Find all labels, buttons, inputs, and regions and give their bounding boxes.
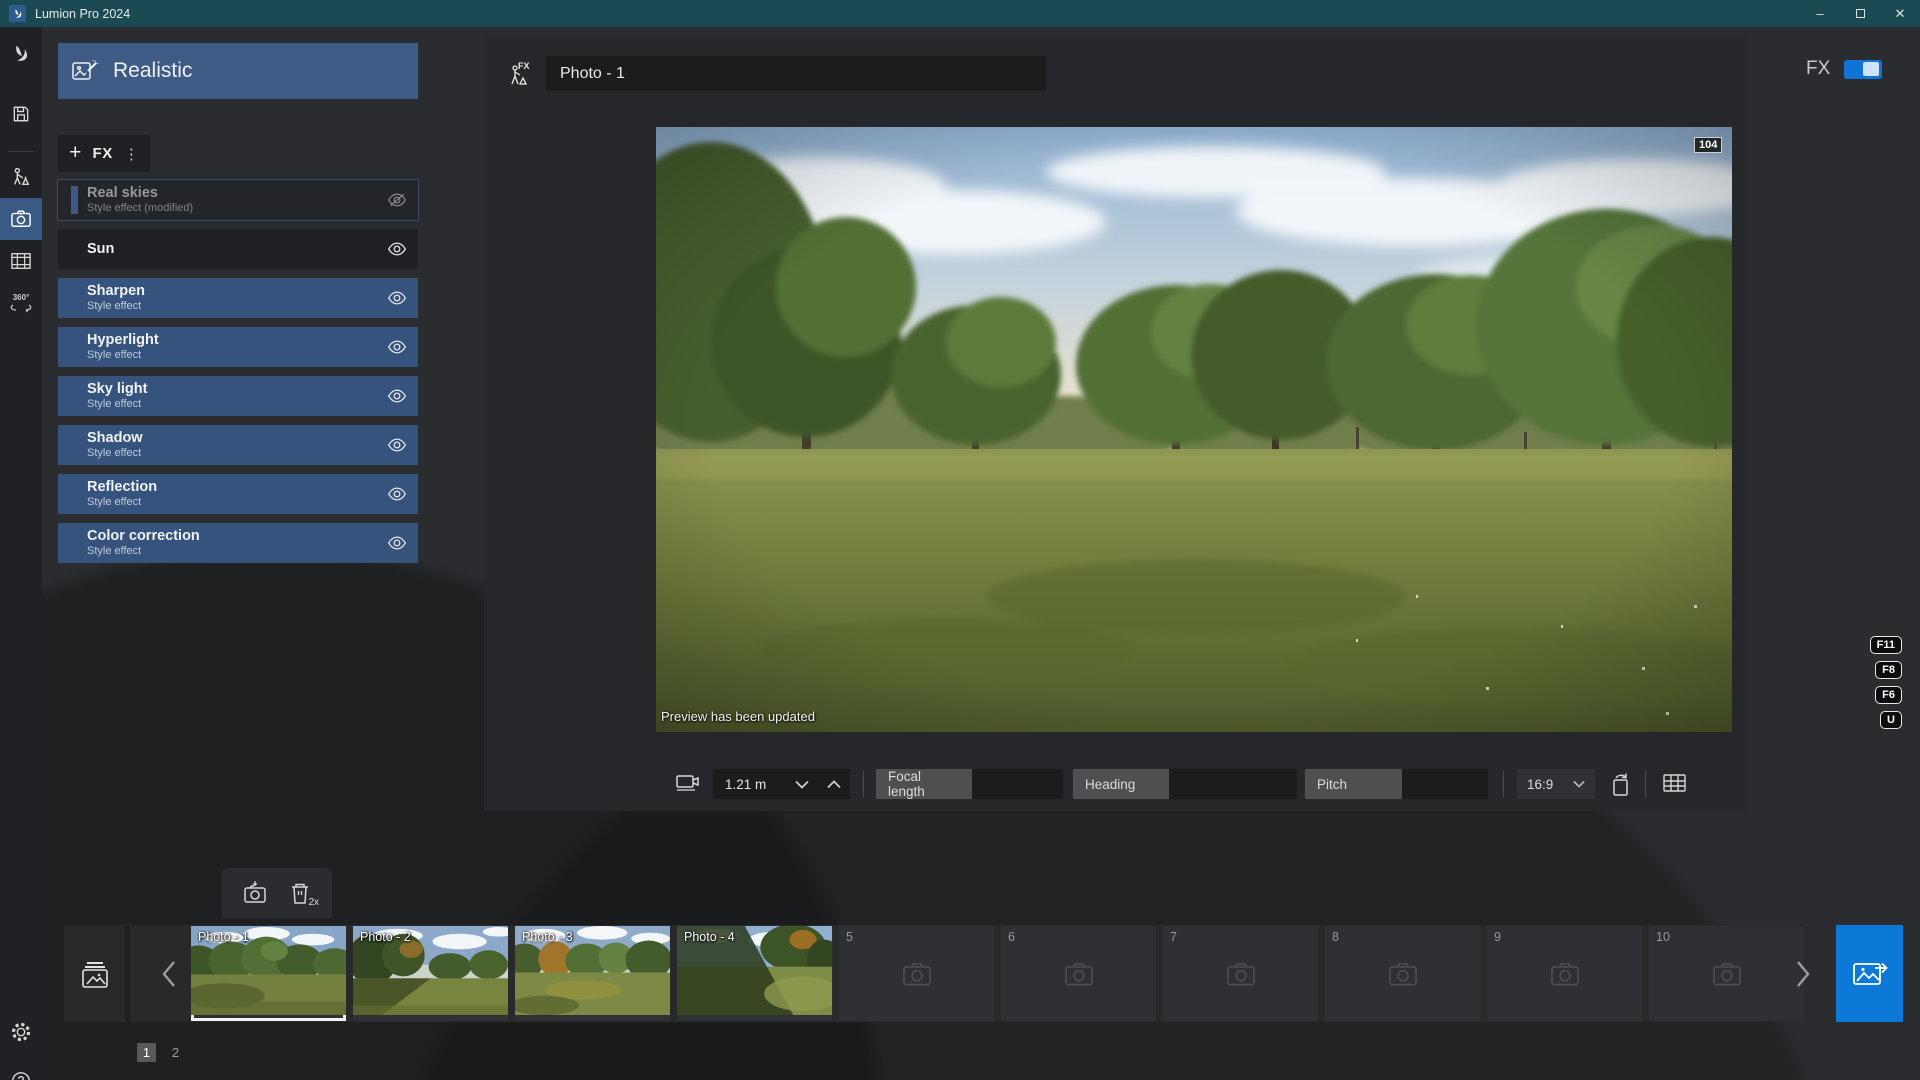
eye-icon[interactable] [387, 437, 407, 453]
keycap-u: U [1880, 711, 1902, 729]
aspect-ratio-select[interactable]: 16:9 [1517, 769, 1595, 799]
strip-pagination: 1 2 [137, 1043, 185, 1062]
effect-row-sky-light[interactable]: Sky light Style effect [58, 376, 418, 416]
close-button[interactable]: ✕ [1880, 0, 1920, 27]
chevron-down-icon [1573, 780, 1585, 788]
save-icon[interactable] [0, 93, 42, 135]
lumion-home-icon[interactable] [0, 33, 42, 75]
photo-slot-9[interactable]: 9 [1487, 926, 1642, 1021]
fx-toggle-group: FX [1806, 58, 1882, 80]
camera-height-stepper[interactable]: 1.21 m [713, 769, 850, 799]
camera-placeholder-icon [1225, 961, 1257, 987]
minimize-button[interactable]: – [1800, 0, 1840, 27]
strip-prev-button[interactable] [148, 925, 190, 1022]
photo-slot-7[interactable]: 7 [1163, 926, 1318, 1021]
add-fx-button[interactable]: + FX ⋮ [58, 135, 150, 172]
effect-row-reflection[interactable]: Reflection Style effect [58, 474, 418, 514]
photo-name-input[interactable] [546, 56, 1046, 91]
panorama-360-icon[interactable]: 360° [0, 282, 42, 324]
pitch-input[interactable] [1402, 769, 1488, 799]
focal-length-label: Focal length [876, 769, 972, 799]
pitch-label: Pitch [1305, 769, 1402, 799]
camcorder-icon [675, 772, 701, 794]
fx-toggle-switch[interactable] [1844, 60, 1882, 79]
keycap-f11: F11 [1870, 636, 1902, 654]
photo-mode-icon[interactable] [0, 198, 42, 240]
keycap-f6: F6 [1875, 686, 1902, 704]
keycap-f8: F8 [1875, 661, 1902, 679]
preview-status-text: Preview has been updated [661, 709, 815, 724]
mode-rail: 360° [0, 27, 42, 1080]
divider [1503, 771, 1504, 797]
app-window: Lumion Pro 2024 – ✕ 360° [0, 0, 1920, 1080]
effect-row-sharpen[interactable]: Sharpen Style effect [58, 278, 418, 318]
chevron-up-icon[interactable] [818, 780, 850, 789]
photo-slot-6[interactable]: 6 [1001, 926, 1156, 1021]
camera-placeholder-icon [1711, 961, 1743, 987]
camera-placeholder-icon [1063, 961, 1095, 987]
heading-input[interactable] [1169, 769, 1297, 799]
window-title: Lumion Pro 2024 [35, 7, 130, 21]
eye-icon[interactable] [387, 388, 407, 404]
title-bar: Lumion Pro 2024 – ✕ [0, 0, 1920, 27]
photo-thumbnails: Photo - 1 Photo - 2 Ph [191, 926, 1804, 1021]
photo-slot-8[interactable]: 8 [1325, 926, 1480, 1021]
camera-placeholder-icon [1387, 961, 1419, 987]
framerate-badge: 104 [1694, 137, 1722, 153]
eye-off-icon[interactable] [387, 192, 407, 208]
focal-length-input[interactable] [972, 769, 1063, 799]
kebab-menu-icon[interactable]: ⋮ [124, 145, 139, 163]
photo-slot-4[interactable]: Photo - 4 [677, 926, 832, 1021]
divider [1645, 771, 1646, 797]
page-button-2[interactable]: 2 [166, 1043, 185, 1062]
eye-icon[interactable] [387, 486, 407, 502]
camera-height-value: 1.21 m [725, 777, 786, 792]
toggle-knob [1863, 62, 1879, 76]
page-button-1[interactable]: 1 [137, 1043, 156, 1062]
capture-toolbar: 2x [222, 868, 332, 918]
photo-library-button[interactable] [64, 925, 125, 1022]
photo-slot-3[interactable]: Photo - 3 [515, 926, 670, 1021]
effect-row-sun[interactable]: Sun [58, 229, 418, 269]
photo-slot-2[interactable]: Photo - 2 [353, 926, 508, 1021]
chevron-down-icon[interactable] [786, 780, 818, 789]
grid-overlay-icon[interactable] [1662, 772, 1687, 794]
eye-icon[interactable] [387, 535, 407, 551]
effect-row-color-correction[interactable]: Color correction Style effect [58, 523, 418, 563]
lumion-logo-icon [9, 5, 26, 22]
shortcut-keys: F11 F8 F6 U [1850, 636, 1902, 729]
style-header[interactable]: Realistic [58, 43, 418, 99]
eye-icon[interactable] [387, 339, 407, 355]
eye-icon[interactable] [387, 241, 407, 257]
svg-text:FX: FX [518, 61, 530, 71]
store-photo-button[interactable] [242, 880, 268, 906]
effect-row-shadow[interactable]: Shadow Style effect [58, 425, 418, 465]
render-photo-button[interactable] [1836, 925, 1903, 1022]
movie-mode-icon[interactable] [0, 240, 42, 282]
selection-accent [71, 186, 78, 214]
eye-icon[interactable] [387, 290, 407, 306]
divider [863, 771, 864, 797]
effect-row-real-skies[interactable]: Real skies Style effect (modified) [58, 180, 418, 220]
orientation-rotate-icon[interactable] [1608, 772, 1634, 798]
rail-divider [8, 151, 34, 152]
delete-photo-button[interactable]: 2x [288, 880, 312, 906]
strip-next-button[interactable] [1782, 925, 1824, 1022]
plus-icon: + [69, 142, 81, 163]
photo-slot-1[interactable]: Photo - 1 [191, 926, 346, 1021]
settings-gear-icon[interactable] [0, 1011, 42, 1053]
camera-placeholder-icon [901, 961, 933, 987]
camera-placeholder-icon [1549, 961, 1581, 987]
photo-slot-10[interactable]: 10 [1649, 926, 1804, 1021]
effect-stack: Real skies Style effect (modified) Sun S… [58, 180, 418, 563]
build-mode-icon[interactable] [0, 156, 42, 198]
photo-fx-icon: FX [506, 60, 536, 88]
effect-row-hyperlight[interactable]: Hyperlight Style effect [58, 327, 418, 367]
help-icon[interactable] [0, 1060, 42, 1080]
heading-label: Heading [1073, 769, 1169, 799]
render-preview[interactable] [656, 127, 1732, 732]
photo-slot-5[interactable]: 5 [839, 926, 994, 1021]
maximize-button[interactable] [1840, 0, 1880, 27]
style-name: Realistic [113, 59, 192, 83]
